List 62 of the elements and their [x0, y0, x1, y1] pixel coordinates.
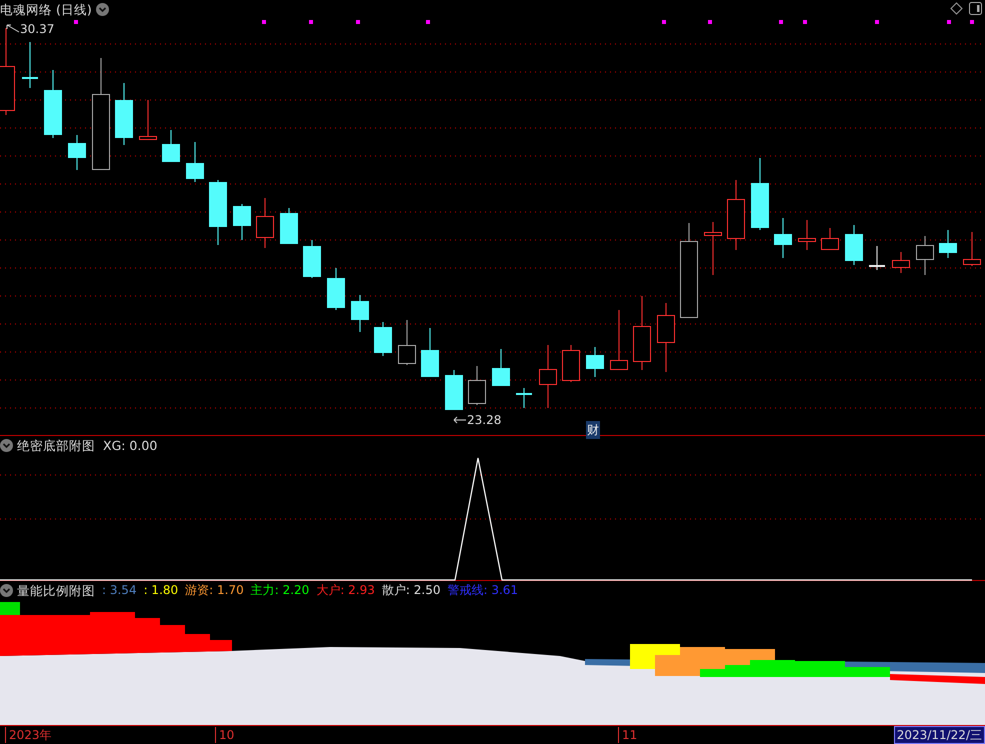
candlestick [44, 70, 62, 138]
panel-toggle-icon[interactable] [969, 2, 982, 15]
candlestick [374, 322, 392, 356]
high-price-label: 30.37 [20, 21, 54, 38]
candlestick [162, 130, 180, 162]
candlestick [657, 302, 675, 372]
candlestick [562, 344, 580, 382]
legend-item: 散户: 2.50 [382, 583, 440, 598]
candlestick [468, 366, 486, 406]
candlestick [610, 310, 628, 370]
candlestick [798, 220, 816, 250]
candlestick [492, 348, 510, 386]
candlestick [516, 388, 532, 408]
candlestick [963, 232, 981, 266]
candlestick [209, 180, 227, 246]
candlestick [845, 224, 863, 266]
candlestick [939, 230, 957, 258]
axis-label: 10 [215, 727, 234, 743]
indicator-reading: XG: 0.00 [103, 438, 158, 453]
candlestick [586, 346, 604, 378]
candlestick [704, 222, 722, 276]
candlestick [186, 142, 204, 182]
candlestick [115, 82, 133, 146]
panel-title: 量能比例附图 [17, 583, 95, 598]
date-label: 2023/11/22/三 [894, 726, 985, 744]
legend-item: : 1.80 [144, 583, 178, 598]
legend-item: 主力: 2.20 [250, 583, 310, 598]
candlestick [916, 236, 934, 276]
candlestick [68, 134, 86, 170]
chart-title: 电魂网络 (日线) [0, 2, 92, 17]
candlestick [22, 42, 38, 88]
axis-label: 2023年 [5, 727, 52, 743]
candlestick [280, 208, 298, 244]
legend-item: 警戒线: 3.61 [447, 583, 518, 598]
low-price-label: 23.28 [467, 412, 502, 429]
candlestick [421, 328, 439, 378]
panel-title: 绝密底部附图 [17, 438, 95, 453]
legend-item: 大户: 2.93 [316, 583, 375, 598]
candlestick [139, 100, 157, 140]
legend-item: 游资: 1.70 [185, 583, 244, 598]
candlestick [303, 240, 321, 278]
candlestick [351, 294, 369, 332]
chevron-down-icon[interactable] [96, 3, 109, 16]
chevron-down-icon[interactable] [0, 439, 13, 452]
diamond-icon[interactable] [950, 2, 963, 15]
candlestick [445, 370, 463, 410]
axis-label: 11 [618, 727, 638, 743]
candlestick [727, 180, 745, 250]
chevron-down-icon[interactable] [0, 584, 13, 597]
arrow-icon [6, 24, 20, 34]
candlestick [398, 320, 416, 366]
finance-marker[interactable]: 财 [586, 421, 600, 439]
candlestick [821, 228, 839, 250]
candlestick [256, 198, 274, 248]
arrow-icon [453, 415, 467, 425]
candlestick [869, 246, 885, 270]
candlestick [892, 252, 910, 274]
candlestick [233, 204, 251, 240]
candlestick [327, 268, 345, 310]
legend-item: : 3.54 [102, 583, 137, 598]
candlestick [539, 344, 557, 408]
candlestick [774, 218, 792, 258]
